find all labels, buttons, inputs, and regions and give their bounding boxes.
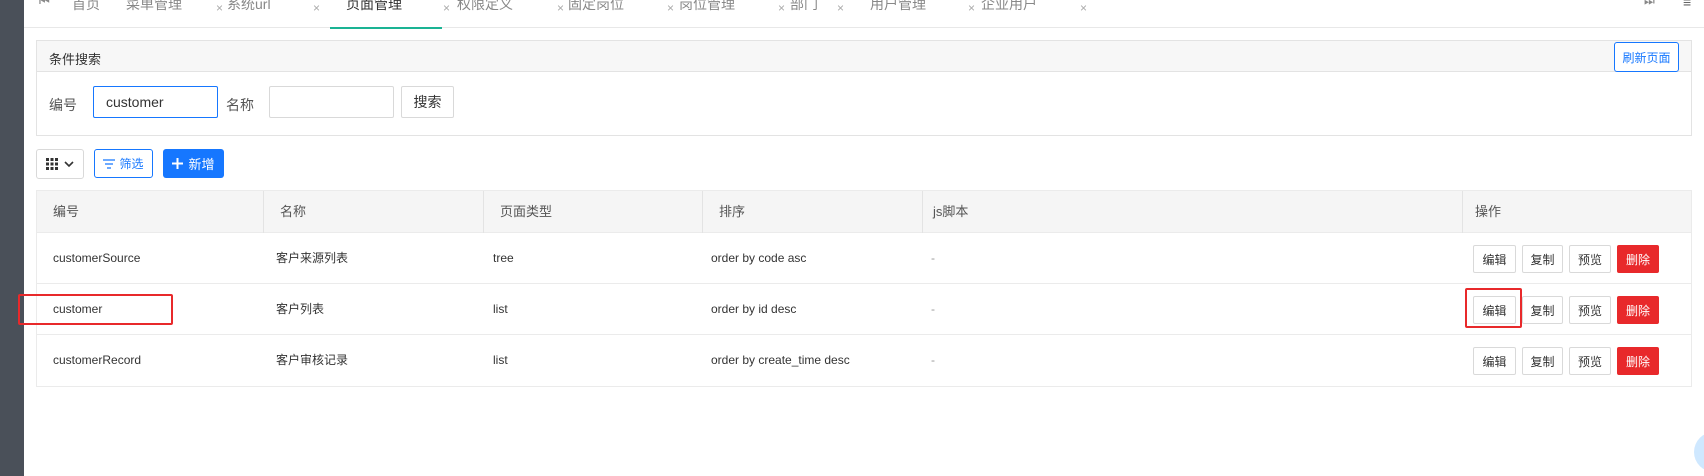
close-icon[interactable]: × — [778, 1, 785, 15]
close-icon[interactable]: × — [1080, 1, 1087, 15]
cell-name: 客户审核记录 — [276, 353, 349, 367]
tab-system-url[interactable]: 系统url × — [227, 0, 320, 28]
close-icon[interactable]: × — [216, 1, 223, 15]
tab-department[interactable]: 部门 × — [790, 0, 844, 28]
cell-type: list — [493, 302, 508, 316]
filter-button[interactable]: 筛选 — [94, 149, 153, 178]
table-header: 编号 名称 页面类型 排序 js脚本 操作 — [37, 191, 1691, 233]
active-tab-indicator — [330, 27, 442, 29]
table-row: customerSource 客户来源列表 tree order by code… — [37, 233, 1691, 284]
close-icon[interactable]: × — [968, 1, 975, 15]
cell-js: - — [931, 302, 935, 316]
tab-permission-definition[interactable]: 权限定义 × — [457, 0, 564, 28]
cell-code: customer — [53, 302, 103, 316]
close-icon[interactable]: × — [557, 1, 564, 15]
column-header-name[interactable]: 名称 — [264, 191, 484, 233]
pages-table: 编号 名称 页面类型 排序 js脚本 操作 customerSource 客户来… — [36, 190, 1692, 387]
filter-icon — [103, 158, 116, 169]
cell-order: order by create_time desc — [711, 353, 850, 367]
close-icon[interactable]: × — [837, 1, 844, 15]
column-header-actions: 操作 — [1475, 204, 1502, 219]
copy-button[interactable]: 复制 — [1522, 245, 1563, 273]
tab-menu-icon[interactable]: ≡ — [1683, 0, 1691, 10]
column-header-js[interactable]: js脚本 — [923, 191, 1463, 233]
delete-button[interactable]: 删除 — [1617, 296, 1659, 324]
cell-type: list — [493, 353, 508, 367]
name-input[interactable] — [269, 86, 394, 118]
tab-fixed-position[interactable]: 固定岗位 × — [568, 0, 674, 28]
name-label: 名称 — [226, 97, 254, 113]
code-input[interactable] — [93, 86, 218, 118]
delete-button[interactable]: 删除 — [1617, 347, 1659, 375]
grid-icon — [46, 158, 58, 170]
close-icon[interactable]: × — [313, 1, 320, 15]
edit-button[interactable]: 编辑 — [1473, 296, 1516, 324]
preview-button[interactable]: 预览 — [1569, 296, 1611, 324]
tab-page-management[interactable]: 页面管理 × — [346, 0, 450, 28]
table-row: customer 客户列表 list order by id desc - 编辑… — [37, 284, 1691, 335]
cell-type: tree — [493, 251, 514, 265]
copy-button[interactable]: 复制 — [1522, 347, 1563, 375]
column-toggle-button[interactable] — [36, 149, 84, 179]
chevron-down-icon — [64, 161, 74, 168]
column-header-type[interactable]: 页面类型 — [484, 191, 703, 233]
tab-home[interactable]: 首页 — [72, 0, 100, 28]
preview-button[interactable]: 预览 — [1569, 245, 1611, 273]
tab-bar: ⏮ 首页 菜单管理 × 系统url × 页面管理 × 权限定义 × 固定岗位 × 岗位管理… — [24, 0, 1704, 29]
column-header-order[interactable]: 排序 — [703, 191, 923, 233]
left-sidebar — [0, 0, 24, 476]
cell-order: order by id desc — [711, 302, 797, 316]
edit-button[interactable]: 编辑 — [1473, 347, 1516, 375]
copy-button[interactable]: 复制 — [1522, 296, 1563, 324]
search-panel-title: 条件搜索 — [49, 52, 102, 67]
add-button[interactable]: 新增 — [163, 149, 224, 178]
plus-icon — [172, 158, 184, 169]
cell-code: customerRecord — [53, 353, 142, 367]
code-label: 编号 — [49, 97, 77, 113]
cell-name: 客户来源列表 — [276, 251, 349, 265]
cell-code: customerSource — [53, 251, 141, 265]
preview-button[interactable]: 预览 — [1569, 347, 1611, 375]
search-button[interactable]: 搜索 — [401, 86, 454, 118]
tab-menu-management[interactable]: 菜单管理 × — [126, 0, 223, 28]
tab-last-icon[interactable]: ⏭ — [1644, 0, 1655, 9]
tab-enterprise-users[interactable]: 企业用户 × — [981, 0, 1087, 28]
cell-name: 客户列表 — [276, 302, 325, 316]
cell-order: order by code asc — [711, 251, 807, 265]
tab-first-icon[interactable]: ⏮ — [39, 0, 50, 9]
cell-js: - — [931, 251, 935, 265]
edit-button[interactable]: 编辑 — [1473, 245, 1516, 273]
delete-button[interactable]: 删除 — [1617, 245, 1659, 273]
column-header-code[interactable]: 编号 — [37, 191, 264, 233]
close-icon[interactable]: × — [667, 1, 674, 15]
tab-position-management[interactable]: 岗位管理 × — [679, 0, 785, 28]
search-panel-header: 条件搜索 刷新页面 — [37, 41, 1691, 72]
floating-assistant-icon[interactable] — [1694, 432, 1704, 472]
table-row: customerRecord 客户审核记录 list order by crea… — [37, 335, 1691, 386]
search-panel: 条件搜索 刷新页面 编号 名称 搜索 — [36, 40, 1692, 136]
tab-user-management[interactable]: 用户管理 × — [870, 0, 975, 28]
close-icon[interactable]: × — [443, 1, 450, 15]
cell-js: - — [931, 353, 935, 367]
refresh-page-button[interactable]: 刷新页面 — [1614, 42, 1679, 72]
